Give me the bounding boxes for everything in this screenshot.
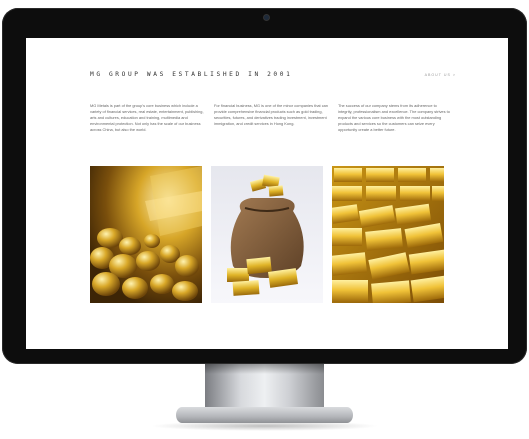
page-title: MG GROUP WAS ESTABLISHED IN 2001 [90, 71, 293, 78]
intro-paragraph-1: MG Metals is part of the group's core bu… [90, 103, 204, 133]
monitor-stand-base [176, 407, 353, 423]
stand-shadow [205, 364, 324, 374]
gold-sack-image [211, 166, 323, 303]
website-screen: MG GROUP WAS ESTABLISHED IN 2001 ABOUT U… [26, 38, 508, 349]
intro-paragraph-2: For financial business, MG is one of the… [214, 103, 328, 127]
gold-nuggets-image [90, 166, 202, 303]
camera-icon [264, 15, 269, 20]
monitor-bezel: MG GROUP WAS ESTABLISHED IN 2001 ABOUT U… [2, 8, 527, 364]
gold-bars-stack-image [332, 166, 444, 303]
intro-paragraph-3: The success of our company stems from it… [338, 103, 450, 133]
about-us-link[interactable]: ABOUT US > [425, 73, 456, 77]
